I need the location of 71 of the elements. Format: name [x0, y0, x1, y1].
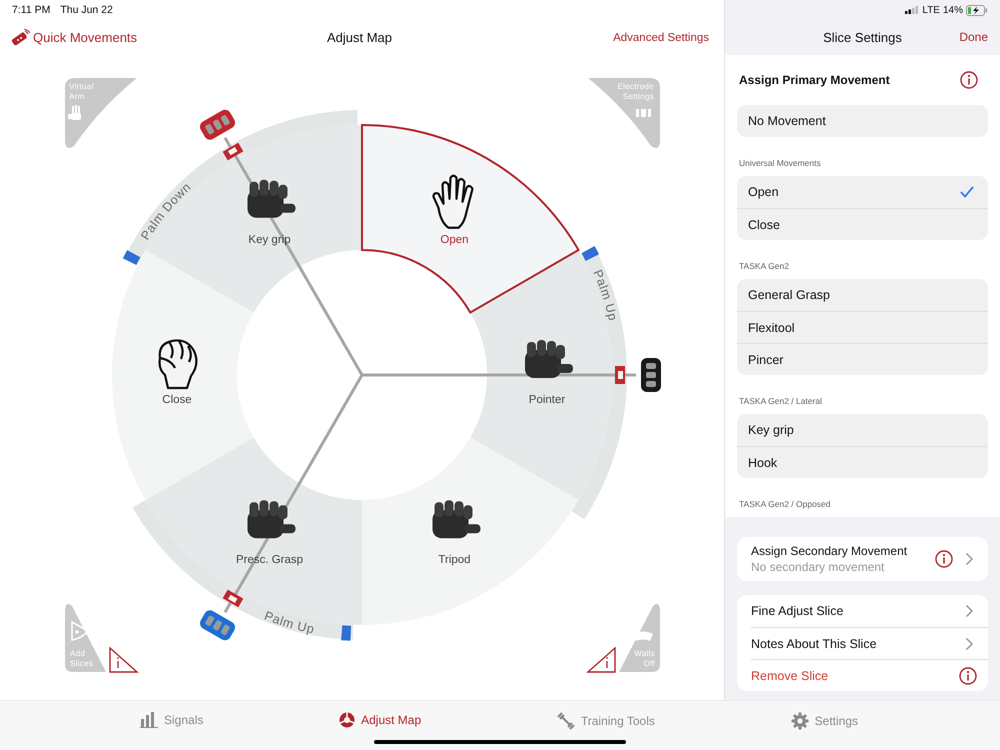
battery-icon: [966, 4, 988, 16]
fist-icon: [158, 339, 198, 390]
movement-option[interactable]: Key grip: [737, 414, 988, 446]
secondary-movement-row[interactable]: Assign Secondary Movement No secondary movement: [737, 537, 988, 581]
slice-label: Pointer: [528, 394, 566, 406]
movement-option[interactable]: Close: [737, 208, 988, 240]
secondary-title: Assign Secondary Movement: [751, 544, 908, 558]
checkmark-icon: [960, 186, 974, 198]
robotic-hand-drawing: [432, 500, 480, 538]
robotic-hand-drawing: [248, 180, 296, 218]
electrode-icon: [636, 109, 651, 117]
group-header: TASKA Gen2: [738, 260, 790, 272]
group-header: Universal Movements: [738, 157, 822, 169]
robotic-hand-drawing: [525, 340, 573, 378]
info-icon[interactable]: [586, 646, 616, 673]
secondary-value: No secondary movement: [751, 560, 886, 574]
group-header: TASKA Gen2 / Lateral: [738, 395, 823, 407]
info-icon[interactable]: [935, 550, 953, 568]
done-button[interactable]: Done: [959, 30, 988, 44]
info-icon[interactable]: [109, 646, 139, 673]
chevron-icon: [965, 552, 974, 566]
tab-bar-item[interactable]: Adjust Map: [339, 712, 422, 728]
section-title: Assign Primary Movement: [739, 73, 890, 87]
movement-option[interactable]: No Movement: [737, 105, 988, 137]
slice-action-row[interactable]: Fine Adjust Slice: [751, 595, 988, 627]
divider-clip[interactable]: [615, 366, 625, 384]
divider-handle[interactable]: [641, 358, 661, 392]
panel-title: Slice Settings: [823, 30, 902, 45]
divider-clip[interactable]: [222, 142, 244, 160]
slice-action-row[interactable]: Notes About This Slice: [751, 627, 988, 659]
band-edge-marker: [122, 250, 140, 265]
robotic-hand-drawing: [248, 500, 296, 538]
remote-icon: [10, 28, 30, 46]
battery-percent: 14%: [942, 4, 963, 16]
slice-label: Open: [440, 234, 469, 246]
movement-option[interactable]: General Grasp: [737, 279, 988, 311]
map-slice[interactable]: [362, 438, 578, 625]
divider-clip[interactable]: [222, 590, 244, 608]
slice-label: Key grip: [248, 234, 291, 246]
movement-option[interactable]: Flexitool: [737, 311, 988, 343]
dumbbell-icon: [556, 712, 575, 730]
slice-action-row[interactable]: Remove Slice: [751, 659, 988, 691]
band-edge-marker: [341, 625, 352, 641]
info-icon[interactable]: [960, 71, 978, 89]
movement-option[interactable]: Open: [737, 176, 988, 208]
robot-hand-icon: [68, 105, 81, 120]
movement-option[interactable]: Pincer: [737, 343, 988, 375]
pie-chart-icon: [339, 712, 356, 728]
slice-label: Presc. Grasp: [236, 554, 304, 566]
band-label: Palm Up: [262, 608, 316, 636]
add-slice-icon: [71, 621, 89, 641]
signal-icon: [905, 6, 920, 14]
slice-label: Tripod: [438, 554, 471, 566]
advanced-settings-link[interactable]: Advanced Settings: [613, 32, 709, 44]
map-slice[interactable]: [361, 124, 580, 314]
network-label: LTE: [922, 4, 940, 16]
screen-title: Adjust Map: [326, 30, 392, 45]
slice-label: Close: [162, 394, 192, 406]
quick-movements-button[interactable]: Quick Movements: [10, 28, 138, 46]
status-time: 7:11 PM: [12, 4, 50, 16]
open-hand-icon: [432, 174, 474, 229]
movement-option[interactable]: Hook: [737, 446, 988, 478]
status-date: Thu Jun 22: [60, 4, 113, 16]
bar-chart-icon: [140, 712, 158, 728]
info-icon: [959, 666, 977, 684]
chevron-icon: [965, 636, 974, 650]
chevron-icon: [965, 604, 974, 618]
walls-icon: [633, 632, 653, 641]
group-header: TASKA Gen2 / Opposed: [738, 498, 832, 510]
settings-icon: [790, 712, 809, 730]
band-edge-marker: [582, 246, 599, 261]
